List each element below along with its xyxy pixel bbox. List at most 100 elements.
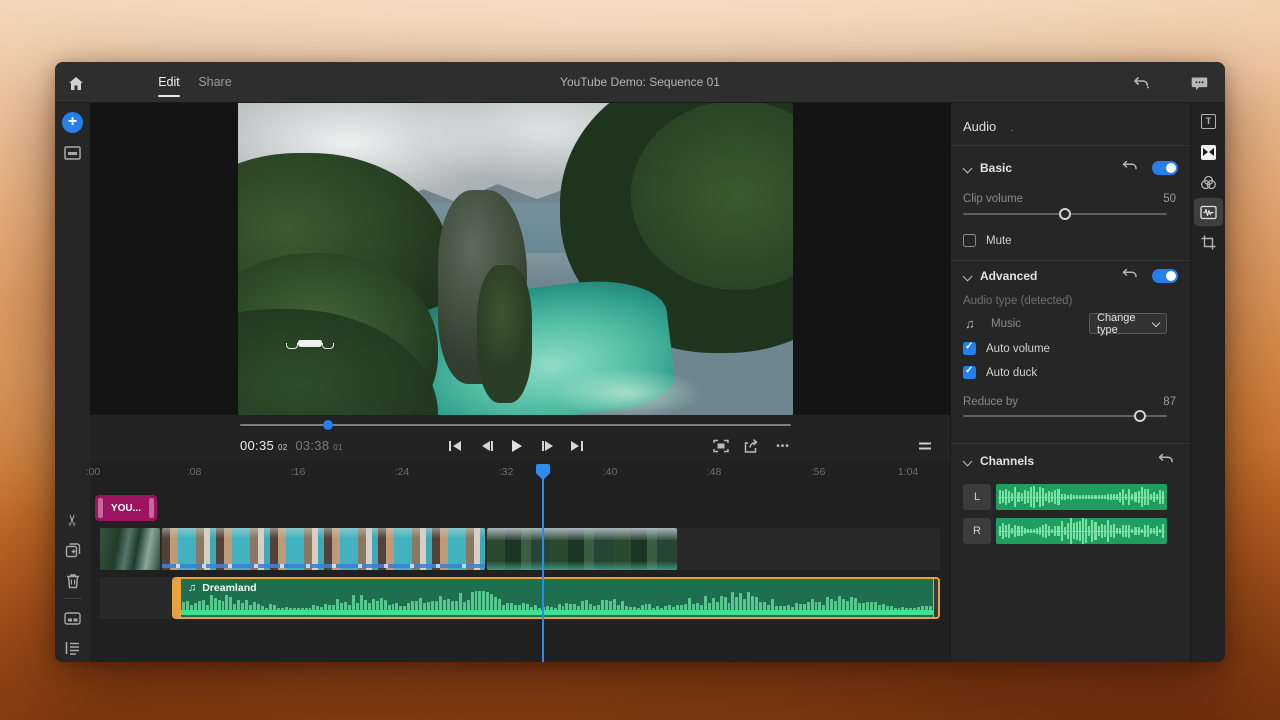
timecode-display: 00:35 02 03:38 01 <box>240 438 343 453</box>
title-clip[interactable]: YOU... <box>95 495 157 521</box>
audio-type-value: Music <box>991 318 1021 330</box>
ruler-label: :16 <box>291 466 306 478</box>
audio-type-label: Audio type (detected) <box>963 295 1072 307</box>
reduce-by-slider[interactable] <box>963 410 1167 422</box>
mute-checkbox-row[interactable]: Mute <box>963 234 1012 247</box>
slider-knob[interactable] <box>1134 410 1146 422</box>
video-clip-2[interactable] <box>162 528 485 570</box>
change-type-dropdown[interactable]: Change type <box>1089 313 1167 334</box>
divider <box>951 443 1190 444</box>
audio-clip-selected[interactable]: ♫ Dreamland <box>172 577 940 619</box>
timeline-ruler[interactable]: :00:08:16:24:32:40:48:561:04 <box>90 461 950 485</box>
top-bar: Edit Share YouTube Demo: Sequence 01 <box>55 62 1225 103</box>
more-options-button[interactable]: ••• <box>771 436 795 456</box>
music-note-icon: ♫ <box>965 316 975 331</box>
section-basic[interactable]: Basic <box>963 161 1012 175</box>
panel-title-dot: . <box>1010 122 1013 134</box>
ruler-label: :08 <box>187 466 202 478</box>
clip-trim-handle[interactable] <box>933 579 938 617</box>
clip-trim-handle[interactable] <box>174 579 181 617</box>
ruler-label: 1:04 <box>898 466 918 478</box>
clip-volume-slider[interactable] <box>963 208 1167 220</box>
auto-duck-label: Auto duck <box>986 367 1037 379</box>
video-clip-3[interactable] <box>487 528 677 570</box>
audio-clip-label: Dreamland <box>202 582 256 594</box>
add-media-button[interactable]: + <box>55 108 90 136</box>
crop-transform-panel-button[interactable] <box>1194 228 1223 256</box>
playhead-line <box>542 476 544 662</box>
left-toolbar: + ✂ <box>55 103 90 662</box>
go-to-start-button[interactable] <box>442 435 468 457</box>
split-clip-button[interactable]: ✂ <box>55 506 90 534</box>
home-button[interactable] <box>63 70 89 96</box>
section-advanced[interactable]: Advanced <box>963 269 1037 283</box>
plus-icon: + <box>62 112 83 133</box>
track-controls-button[interactable] <box>55 634 90 662</box>
reset-basic-button[interactable] <box>1122 160 1140 176</box>
clip-trim-handle[interactable] <box>98 498 103 518</box>
step-forward-button[interactable] <box>534 435 560 457</box>
more-icon: ••• <box>776 441 790 452</box>
advanced-enable-toggle[interactable] <box>1152 269 1178 283</box>
auto-duck-checkbox[interactable] <box>963 366 976 379</box>
preview-boat <box>288 340 332 350</box>
panel-title: Audio. <box>963 119 1013 134</box>
timeline: :00:08:16:24:32:40:48:561:04 YOU... ♫ <box>90 461 950 662</box>
title-clip-label: YOU... <box>111 503 141 514</box>
section-channels[interactable]: Channels <box>963 454 1034 468</box>
channel-right-button[interactable]: R <box>963 518 991 544</box>
undo-button[interactable] <box>1129 71 1153 95</box>
divider <box>951 260 1190 261</box>
clip-trim-handle[interactable] <box>149 498 154 518</box>
auto-volume-row[interactable]: Auto volume <box>963 342 1050 355</box>
video-clip-1[interactable] <box>100 528 160 570</box>
channel-left-waveform <box>996 484 1167 510</box>
thumbnail-caption-strip <box>162 564 485 568</box>
preview-scrubber[interactable] <box>240 424 791 426</box>
ruler-label: :48 <box>707 466 722 478</box>
premiere-rush-window: Edit Share YouTube Demo: Sequence 01 + ✂ <box>55 62 1225 662</box>
channel-left-button[interactable]: L <box>963 484 991 510</box>
timeline-settings-button[interactable] <box>913 436 937 456</box>
fullscreen-button[interactable] <box>709 436 733 456</box>
ruler-label: :40 <box>603 466 618 478</box>
audio-panel-icon <box>1200 205 1217 220</box>
crop-icon <box>1201 235 1216 250</box>
step-back-button[interactable] <box>474 435 500 457</box>
center-pane: 00:35 02 03:38 01 <box>90 103 950 662</box>
duplicate-clip-button[interactable] <box>55 536 90 564</box>
transitions-icon <box>1201 145 1216 160</box>
video-preview[interactable] <box>238 103 793 415</box>
auto-volume-checkbox[interactable] <box>963 342 976 355</box>
scrubber-handle[interactable] <box>323 420 333 430</box>
delete-clip-button[interactable] <box>55 567 90 595</box>
media-browser-button[interactable] <box>55 139 90 167</box>
scissors-icon: ✂ <box>63 514 81 527</box>
color-wheels-icon <box>1200 175 1217 190</box>
reset-channels-button[interactable] <box>1158 453 1176 469</box>
audio-panel-button[interactable] <box>1194 198 1223 226</box>
section-basic-label: Basic <box>980 161 1012 175</box>
feedback-comment-button[interactable] <box>1187 71 1211 95</box>
audio-waveform <box>182 591 932 610</box>
transitions-panel-button[interactable] <box>1194 138 1223 166</box>
voiceover-button[interactable] <box>55 604 90 632</box>
basic-enable-toggle[interactable] <box>1152 161 1178 175</box>
play-button[interactable] <box>504 435 530 457</box>
tab-edit[interactable]: Edit <box>158 62 180 103</box>
slider-knob[interactable] <box>1059 208 1071 220</box>
clip-volume-label: Clip volume <box>963 193 1023 205</box>
tab-share[interactable]: Share <box>198 62 232 103</box>
program-monitor <box>90 103 950 415</box>
preview-rock <box>477 265 533 402</box>
graphics-panel-button[interactable]: T <box>1194 107 1223 135</box>
auto-duck-row[interactable]: Auto duck <box>963 366 1037 379</box>
reset-advanced-button[interactable] <box>1122 268 1140 284</box>
music-note-icon: ♫ <box>188 582 196 594</box>
share-frame-button[interactable] <box>739 436 763 456</box>
ruler-label: :32 <box>499 466 514 478</box>
section-advanced-label: Advanced <box>980 269 1037 283</box>
go-to-end-button[interactable] <box>564 435 590 457</box>
color-panel-button[interactable] <box>1194 168 1223 196</box>
mute-checkbox[interactable] <box>963 234 976 247</box>
